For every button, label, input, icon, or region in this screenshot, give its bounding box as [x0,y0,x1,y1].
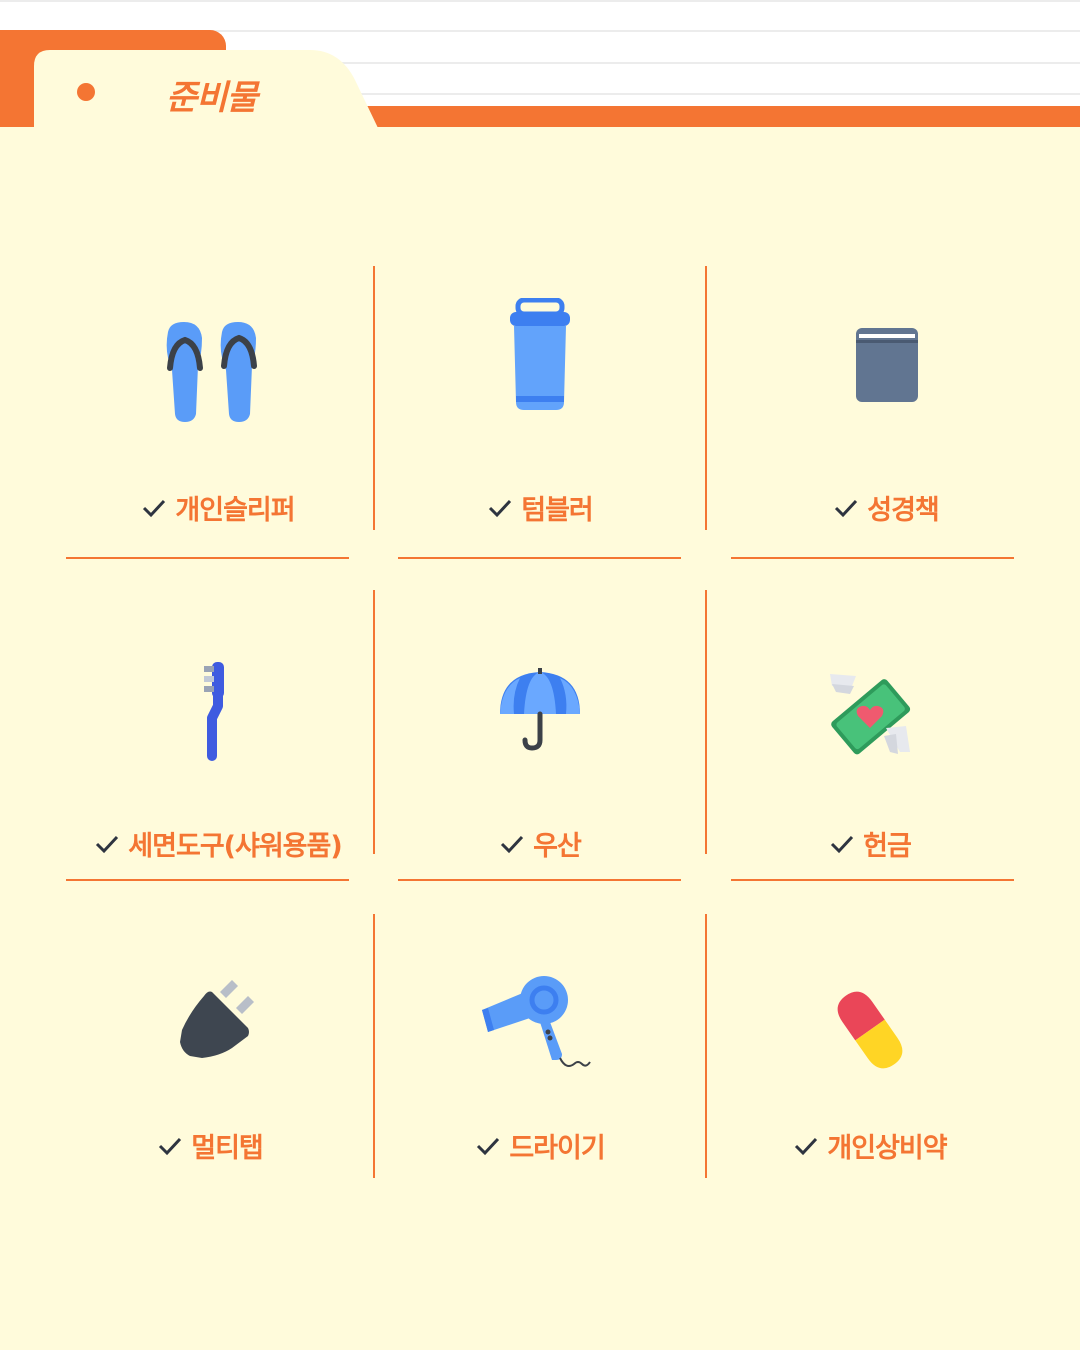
check-icon [96,835,119,853]
bible-book-icon [856,328,918,402]
grid-vline [705,914,707,1178]
grid-vline [373,914,375,1178]
grid-vline [705,590,707,854]
grid-vline [373,590,375,854]
item-label-row: 성경책 [736,488,1036,527]
grid-hline [66,557,349,559]
item-label-row: 세면도구(샤워용품) [68,824,368,863]
hair-dryer-icon [482,976,591,1067]
item-label: 드라이기 [509,1133,605,1164]
grid-hline [66,879,349,881]
grid-hline [398,879,681,881]
check-icon [831,835,854,853]
tumbler-icon [510,298,570,410]
plug-icon [180,980,254,1058]
item-label: 헌금 [863,831,912,862]
item-label: 성경책 [867,495,940,526]
umbrella-icon [500,668,580,751]
grid-vline [373,266,375,530]
item-label: 세면도구(샤워용품) [128,831,342,862]
item-label-row: 우산 [390,824,690,863]
item-label-row: 텀블러 [390,488,690,527]
item-label: 개인슬리퍼 [175,495,295,526]
check-icon [795,1137,818,1155]
check-icon [477,1137,500,1155]
check-icon [501,835,524,853]
item-label: 텀블러 [521,495,594,526]
grid-vline [705,266,707,530]
check-icon [143,499,166,517]
toothbrush-icon [204,662,224,761]
item-label-row: 개인슬리퍼 [68,488,368,527]
item-label-row: 개인상비약 [720,1126,1020,1165]
grid-hline [731,879,1014,881]
pill-icon [837,991,903,1069]
money-with-wings-icon [830,674,911,755]
item-label: 멀티탭 [191,1133,264,1164]
item-label-row: 드라이기 [390,1126,690,1165]
item-label: 개인상비약 [827,1133,947,1164]
item-label-row: 멀티탭 [60,1126,360,1165]
grid-hline [731,557,1014,559]
grid-hline [398,557,681,559]
item-label: 우산 [533,831,582,862]
check-icon [835,499,858,517]
slippers-icon [166,322,257,422]
check-icon [159,1137,182,1155]
item-label-row: 헌금 [720,824,1020,863]
check-icon [489,499,512,517]
